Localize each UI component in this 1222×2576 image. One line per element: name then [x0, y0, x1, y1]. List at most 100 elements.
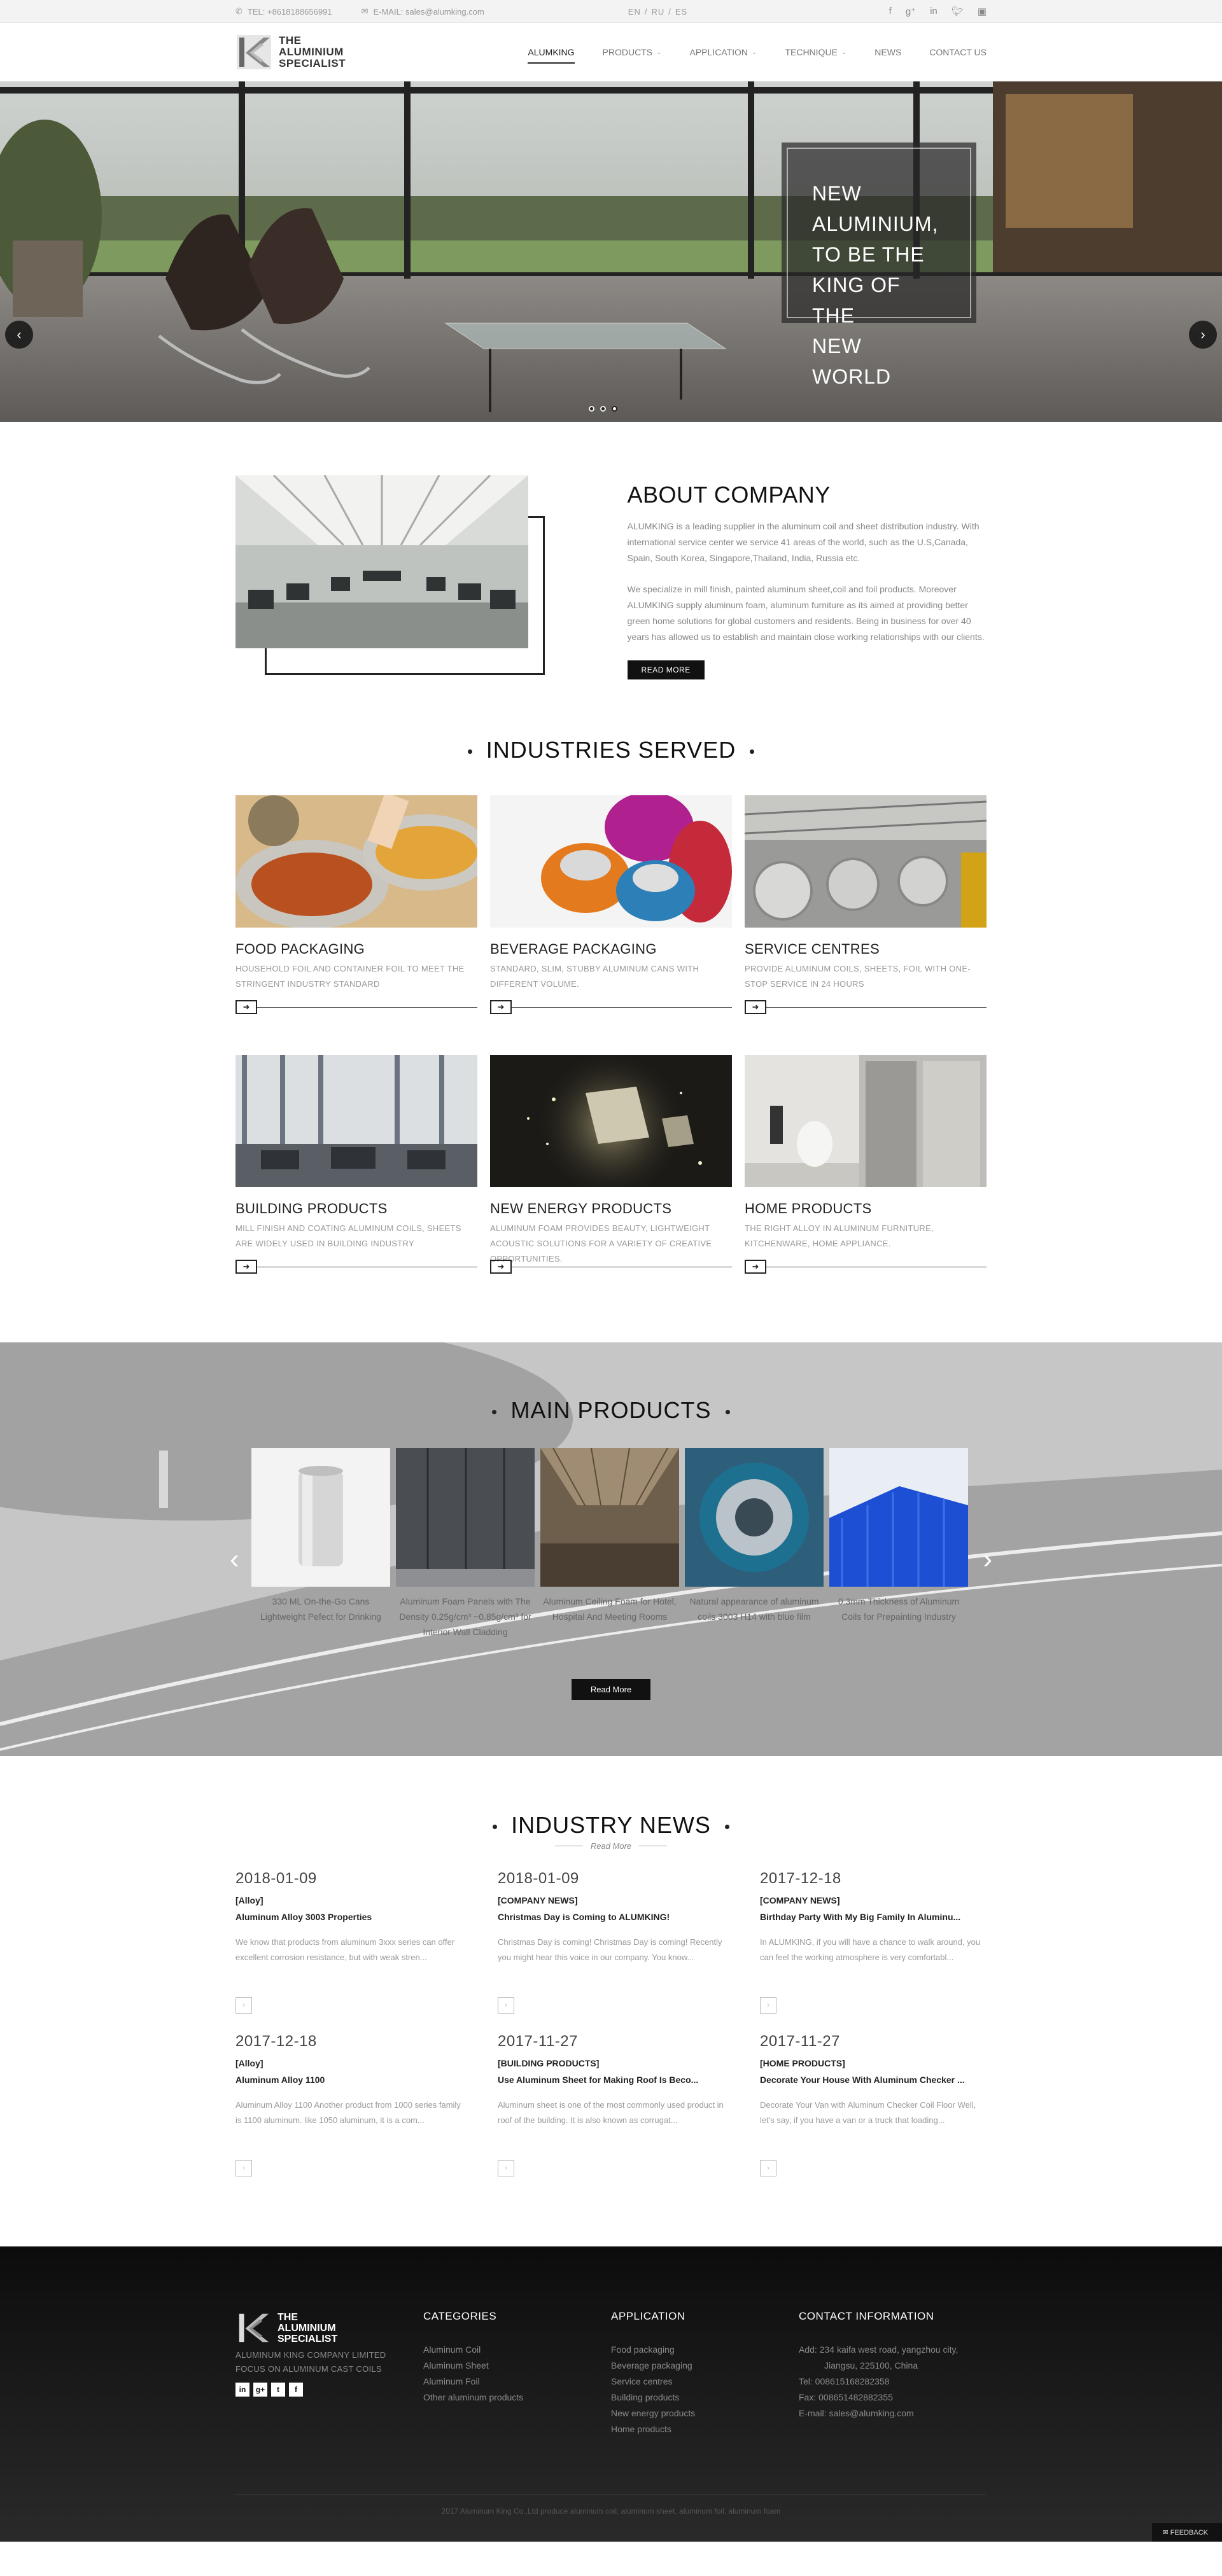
product-card[interactable]: Natural appearance of aluminum coils 300…: [685, 1448, 824, 1640]
chevron-right-icon: ›: [1200, 326, 1205, 342]
arrow-right-icon[interactable]: ›: [235, 1997, 252, 2014]
footer-link[interactable]: Food packaging: [611, 2342, 799, 2358]
phone-text: TEL: +8618188656991: [247, 6, 332, 17]
news-headline[interactable]: Birthday Party With My Big Family In Alu…: [760, 1912, 987, 1922]
linkedin-icon[interactable]: in: [235, 2383, 249, 2397]
industry-card-beverage[interactable]: BEVERAGE PACKAGING STANDARD, SLIM, STUBB…: [490, 792, 732, 1033]
industry-card-home[interactable]: HOME PRODUCTS THE RIGHT ALLOY IN ALUMINU…: [745, 1055, 987, 1293]
google-plus-icon[interactable]: g⁺: [906, 6, 916, 17]
lang-es[interactable]: ES: [675, 7, 687, 17]
facebook-icon[interactable]: f: [289, 2383, 303, 2397]
slider-prev-button[interactable]: ‹: [5, 321, 33, 349]
site-footer: THE ALUMINIUM SPECIALIST ALUMINUM KING C…: [0, 2246, 1222, 2542]
hero-slider: NEW ALUMINIUM, TO BE THE KING OF THE NEW…: [0, 81, 1222, 422]
news-item[interactable]: 2017-11-27 [HOME PRODUCTS] Decorate Your…: [760, 2033, 987, 2183]
footer-link[interactable]: Building products: [611, 2390, 799, 2405]
nav-news[interactable]: NEWS: [874, 41, 901, 64]
arrow-right-icon[interactable]: ›: [498, 1997, 514, 2014]
nav-alumking[interactable]: ALUMKING: [528, 41, 575, 64]
footer-link[interactable]: Service centres: [611, 2374, 799, 2390]
footer-link[interactable]: Aluminum Sheet: [423, 2358, 611, 2374]
phone-contact[interactable]: ✆ TEL: +8618188656991: [235, 6, 332, 17]
product-card[interactable]: Aluminum Foam Panels with The Density 0.…: [396, 1448, 535, 1640]
industry-card-building[interactable]: BUILDING PRODUCTS MILL FINISH AND COATIN…: [235, 1055, 477, 1293]
email-contact[interactable]: ✉ E-MAIL: sales@alumking.com: [362, 6, 484, 17]
news-headline[interactable]: Aluminum Alloy 3003 Properties: [235, 1912, 462, 1922]
youtube-icon[interactable]: ▣: [978, 6, 987, 17]
hero-title-line: ALUMINIUM,: [812, 212, 939, 235]
site-logo[interactable]: THE ALUMINIUM SPECIALIST: [235, 34, 346, 71]
news-excerpt: Decorate Your Van with Aluminum Checker …: [760, 2100, 976, 2125]
news-headline[interactable]: Decorate Your House With Aluminum Checke…: [760, 2075, 987, 2085]
arrow-right-icon[interactable]: ›: [760, 2160, 776, 2176]
industry-card-energy[interactable]: NEW ENERGY PRODUCTS ALUMINUM FOAM PROVID…: [490, 1048, 732, 1293]
slider-dot[interactable]: [600, 406, 606, 412]
google-plus-icon[interactable]: g+: [253, 2383, 267, 2397]
news-headline[interactable]: Aluminum Alloy 1100: [235, 2075, 462, 2085]
industry-more-link[interactable]: ➜: [745, 1000, 987, 1014]
products-read-more-button[interactable]: Read More: [572, 1679, 650, 1700]
product-card[interactable]: 330 ML On-the-Go Cans Lightweight Pefect…: [251, 1448, 390, 1640]
industry-card-service[interactable]: SERVICE CENTRES PROVIDE ALUMINUM COILS, …: [744, 795, 987, 1033]
product-card[interactable]: 0.3mm Thickness of Aluminum Coils for Pr…: [829, 1448, 968, 1640]
nav-application[interactable]: APPLICATION ⌄: [690, 41, 757, 64]
industry-more-link[interactable]: ➜: [235, 1000, 477, 1014]
news-item[interactable]: 2017-11-27 [BUILDING PRODUCTS] Use Alumi…: [498, 2033, 724, 2183]
contact-line[interactable]: E-mail: sales@alumking.com: [799, 2405, 987, 2421]
news-date: 2017-12-18: [760, 1870, 841, 1887]
product-caption: Aluminum Foam Panels with The Density 0.…: [399, 1596, 531, 1637]
news-item[interactable]: 2017-12-18 [Alloy] Aluminum Alloy 1100 A…: [235, 2033, 462, 2183]
nav-label: ALUMKING: [528, 47, 575, 57]
nav-products[interactable]: PRODUCTS ⌄: [603, 41, 662, 64]
read-more-label: Read More: [590, 1841, 632, 1851]
footer-tagline: ALUMINUM KING COMPANY LIMITED FOCUS ON A…: [235, 2348, 423, 2376]
industry-more-link[interactable]: ➜: [490, 1260, 732, 1274]
news-item[interactable]: 2018-01-09 [Alloy] Aluminum Alloy 3003 P…: [235, 1870, 462, 2020]
nav-technique[interactable]: TECHNIQUE ⌄: [785, 41, 846, 64]
slider-dot-active[interactable]: [612, 406, 617, 412]
nav-contact[interactable]: CONTACT US: [929, 41, 987, 64]
footer-contact: CONTACT INFORMATION Add: 234 kaifa west …: [799, 2310, 987, 2495]
news-headline[interactable]: Christmas Day is Coming to ALUMKING!: [498, 1912, 724, 1922]
twitter-icon[interactable]: t: [271, 2383, 285, 2397]
lang-en[interactable]: EN: [628, 7, 641, 17]
carousel-next-icon[interactable]: ›: [983, 1543, 992, 1575]
slider-next-button[interactable]: ›: [1189, 321, 1217, 349]
feedback-button[interactable]: ✉ FEEDBACK: [1152, 2523, 1222, 2542]
language-switcher: EN / RU / ES: [628, 7, 687, 17]
industry-title: BUILDING PRODUCTS: [235, 1201, 388, 1216]
footer-link[interactable]: Home products: [611, 2421, 799, 2437]
product-caption: Aluminum Ceiling Foam for Hotel, Hospita…: [543, 1596, 677, 1622]
news-item[interactable]: 2018-01-09 [COMPANY NEWS] Christmas Day …: [498, 1870, 724, 2020]
industry-more-link[interactable]: ➜: [745, 1260, 987, 1274]
slider-dot[interactable]: [589, 406, 594, 412]
footer-link[interactable]: New energy products: [611, 2405, 799, 2421]
news-headline[interactable]: Use Aluminum Sheet for Making Roof Is Be…: [498, 2075, 724, 2085]
industry-more-link[interactable]: ➜: [235, 1260, 477, 1274]
footer-logo[interactable]: THE ALUMINIUM SPECIALIST: [235, 2310, 423, 2346]
news-read-more-link[interactable]: Read More: [235, 1841, 987, 1851]
linkedin-icon[interactable]: in: [930, 6, 938, 17]
industry-card-food[interactable]: FOOD PACKAGING HOUSEHOLD FOIL AND CONTAI…: [235, 792, 490, 1033]
arrow-right-icon[interactable]: ›: [235, 2160, 252, 2176]
about-read-more-button[interactable]: READ MORE: [627, 660, 705, 679]
section-title-text: MAIN PRODUCTS: [510, 1397, 712, 1423]
news-item[interactable]: 2017-12-18 [COMPANY NEWS] Birthday Party…: [760, 1870, 987, 2020]
footer-brand: THE ALUMINIUM SPECIALIST ALUMINUM KING C…: [235, 2310, 423, 2495]
footer-link[interactable]: Beverage packaging: [611, 2358, 799, 2374]
logo-line: ALUMINIUM: [277, 2322, 336, 2334]
lang-ru[interactable]: RU: [651, 7, 664, 17]
carousel-prev-icon[interactable]: ‹: [230, 1543, 239, 1575]
arrow-right-icon: ➜: [745, 1000, 766, 1014]
twitter-icon[interactable]: 🐦︎: [952, 6, 964, 17]
product-caption: 330 ML On-the-Go Cans Lightweight Pefect…: [260, 1596, 381, 1622]
product-card[interactable]: Aluminum Ceiling Foam for Hotel, Hospita…: [540, 1447, 679, 1640]
facebook-icon[interactable]: f: [889, 6, 892, 17]
footer-link[interactable]: Other aluminum products: [423, 2390, 611, 2405]
footer-link[interactable]: Aluminum Foil: [423, 2374, 611, 2390]
footer-link[interactable]: Aluminum Coil: [423, 2342, 611, 2358]
industry-more-link[interactable]: ➜: [490, 1000, 732, 1014]
news-excerpt: We know that products from aluminum 3xxx…: [235, 1937, 455, 1962]
arrow-right-icon[interactable]: ›: [760, 1997, 776, 2014]
arrow-right-icon[interactable]: ›: [498, 2160, 514, 2176]
